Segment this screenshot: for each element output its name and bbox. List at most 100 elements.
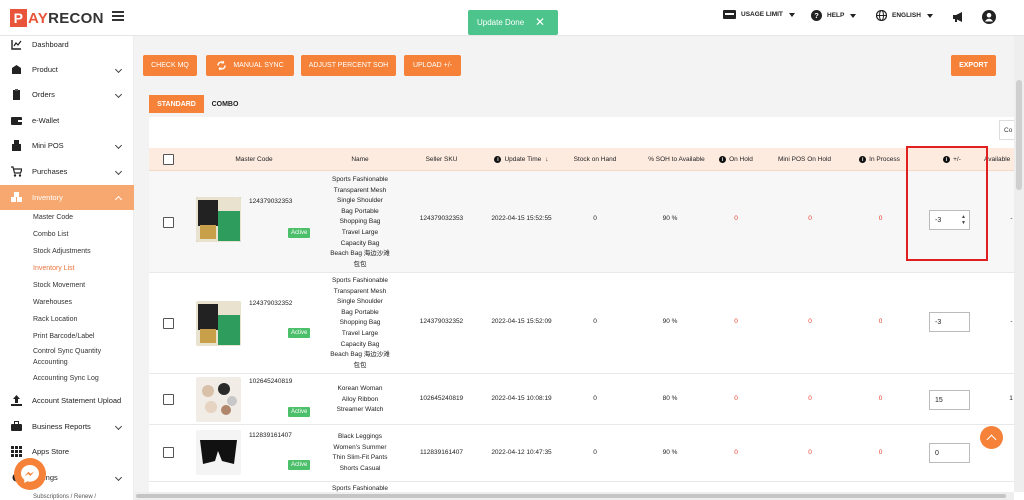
update-time: 2022-04-15 10:08:19	[491, 395, 552, 402]
sidebar-item-ewallet[interactable]: e-Wallet	[0, 108, 134, 133]
apps-icon	[11, 446, 22, 457]
menu-toggle-icon[interactable]	[112, 11, 124, 21]
mini-pos-hold-value: 0	[808, 395, 812, 402]
app: P AY RECON USAGE LIMIT ? HELP ENGLISH Upda…	[0, 0, 1024, 500]
highlight-box	[906, 146, 988, 261]
on-hold-value: 0	[734, 215, 738, 222]
product-thumbnail	[196, 377, 241, 422]
mini-pos-hold-value: 0	[808, 318, 812, 325]
adjust-percent-soh-button[interactable]: ADJUST PERCENT SOH	[301, 55, 396, 76]
table-row: 124379032352 Active Sports Fashionable Tr…	[149, 273, 1014, 374]
status-badge: Active	[288, 228, 311, 238]
briefcase-icon	[11, 421, 22, 431]
help-menu[interactable]: ? HELP	[811, 10, 857, 21]
adjustment-input[interactable]: -3	[929, 312, 970, 332]
in-process-value: 0	[878, 449, 883, 456]
globe-icon	[876, 10, 887, 21]
sidebar-sub-combo-list[interactable]: Combo List	[33, 231, 68, 238]
sidebar-item-orders[interactable]: Orders	[0, 82, 134, 107]
row-checkbox[interactable]	[163, 447, 174, 458]
columns-button[interactable]: Co	[999, 120, 1014, 140]
user-avatar-icon[interactable]	[982, 10, 996, 24]
sidebar-subscriptions-cut[interactable]: Subscriptions / Renew /	[33, 494, 96, 500]
chart-icon	[11, 40, 22, 50]
horizontal-scrollbar[interactable]	[134, 492, 1014, 500]
header-stock-on-hand: Stock on Hand	[573, 156, 617, 163]
sidebar-item-mini-pos[interactable]: Mini POS	[0, 133, 134, 158]
sidebar-item-account-statement-upload[interactable]: Account Statement Upload	[0, 388, 134, 413]
seller-sku: 124379032353	[419, 215, 464, 222]
table-row: 102645240819 Active Korean Woman Alloy Ri…	[149, 374, 1014, 425]
sidebar-item-business-reports[interactable]: Business Reports	[0, 414, 134, 439]
sidebar-item-dashboard[interactable]: Dashboard	[0, 32, 134, 57]
status-badge: Active	[288, 328, 311, 338]
close-icon[interactable]: ✕	[535, 16, 545, 28]
manual-sync-button[interactable]: MANUAL SYNC	[206, 55, 294, 76]
sidebar-sub-stock-adjustments[interactable]: Stock Adjustments	[33, 248, 91, 255]
scroll-to-top-button[interactable]	[980, 426, 1003, 449]
row-checkbox[interactable]	[163, 394, 174, 405]
sidebar-item-purchases[interactable]: Purchases	[0, 159, 134, 184]
select-all-checkbox[interactable]	[163, 154, 174, 165]
product-thumbnail	[196, 430, 241, 475]
in-process-value: 0	[878, 395, 883, 402]
master-code: 124379032353	[249, 198, 293, 205]
stock-on-hand: 0	[593, 318, 597, 325]
sidebar-sub-inventory-list[interactable]: Inventory List	[33, 265, 75, 272]
upload-icon	[11, 395, 22, 406]
row-checkbox[interactable]	[163, 318, 174, 329]
row-checkbox[interactable]	[163, 217, 174, 228]
export-button[interactable]: EXPORT	[951, 55, 996, 76]
sidebar-item-product[interactable]: Product	[0, 57, 134, 82]
success-toast: Update Done ✕	[468, 10, 558, 35]
header-update-time[interactable]: i Update Time ↓	[483, 148, 560, 171]
check-mq-button[interactable]: CHECK MQ	[143, 55, 197, 76]
master-code: 102645240819	[249, 378, 293, 385]
sidebar-sub-control-sync-quantity[interactable]: Control Sync Quantity	[33, 348, 101, 355]
seller-sku: 102645240819	[419, 395, 464, 402]
messenger-icon	[21, 465, 39, 483]
sidebar-sub-print-barcode[interactable]: Print Barcode/Label	[33, 333, 94, 340]
header-master-code: Master Code	[235, 156, 273, 163]
sidebar-sub-accounting-sync-log[interactable]: Accounting Sync Log	[33, 375, 99, 382]
stock-on-hand: 0	[593, 449, 597, 456]
upload-adjustment-button[interactable]: UPLOAD +/-	[404, 55, 461, 76]
on-hold-value: 0	[734, 449, 738, 456]
stock-on-hand: 0	[593, 215, 597, 222]
logo: P AY RECON	[10, 9, 104, 27]
master-code: 124379032352	[249, 300, 293, 307]
cart-icon	[11, 166, 22, 177]
in-process-value: 0	[878, 318, 883, 325]
product-name: Sports Fashionable Transparent Mesh Single…	[330, 176, 390, 268]
in-process-value: 0	[878, 215, 883, 222]
table-row: 124379032353 Active Sports Fashionable Tr…	[149, 171, 1014, 273]
sidebar-sub-stock-movement[interactable]: Stock Movement	[33, 282, 85, 289]
sync-icon	[217, 60, 227, 71]
adjustment-input[interactable]: 0	[929, 443, 970, 463]
tab-combo[interactable]: COMBO	[204, 95, 246, 113]
messenger-chat-button[interactable]	[14, 458, 46, 490]
seller-sku: 124379032352	[419, 318, 464, 325]
announcement-icon[interactable]	[952, 11, 965, 23]
tab-standard[interactable]: STANDARD	[149, 95, 204, 113]
sidebar-sub-warehouses[interactable]: Warehouses	[33, 299, 72, 306]
status-badge: Active	[288, 460, 311, 470]
product-thumbnail	[196, 301, 241, 346]
adjustment-input[interactable]: 15	[929, 390, 970, 410]
product-name: Korean Woman Alloy Ribbon Streamer Watch	[336, 385, 384, 414]
sidebar-item-inventory[interactable]: Inventory	[0, 185, 134, 210]
table-row: Sports Fashionable	[149, 482, 1014, 492]
soh-percent: 90 %	[662, 318, 678, 325]
language-menu[interactable]: ENGLISH	[876, 10, 933, 21]
usage-limit-menu[interactable]: USAGE LIMIT	[723, 10, 795, 19]
sidebar-sub-rack-location[interactable]: Rack Location	[33, 316, 77, 323]
product-thumbnail	[196, 197, 241, 242]
sidebar-sub-master-code[interactable]: Master Code	[33, 214, 73, 221]
vertical-scrollbar[interactable]	[1014, 36, 1024, 492]
table-header: Master Code Name Seller SKU i Update Time…	[149, 148, 1014, 171]
product-name: Sports Fashionable	[331, 485, 388, 492]
status-badge: Active	[288, 407, 311, 417]
clipboard-icon	[13, 89, 20, 100]
help-icon: ?	[811, 10, 822, 21]
sidebar-sub-accounting[interactable]: Accounting	[33, 359, 68, 366]
